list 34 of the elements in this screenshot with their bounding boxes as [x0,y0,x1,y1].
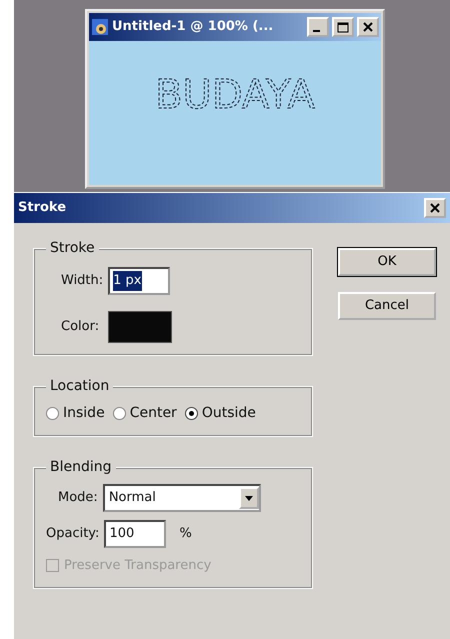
width-field[interactable]: 1 px [108,267,170,295]
group-label: Blending [46,460,116,474]
radio-button[interactable] [46,407,59,420]
mode-dropdown[interactable]: Normal [102,484,261,512]
maximize-icon [337,22,349,32]
minimize-icon [313,30,320,32]
window-title: Untitled-1 @ 100% (... [112,18,274,36]
close-button[interactable] [424,198,446,218]
selection-outline-text: BUDAYA [155,72,315,118]
radio-option[interactable]: Inside [46,403,105,424]
close-button[interactable] [357,17,379,37]
unit-label: % [179,525,192,544]
checkbox-label: Preserve Transparency [64,557,212,575]
group-label: Stroke [46,241,99,255]
minimize-button[interactable] [307,17,329,37]
group-label: Location [46,379,114,393]
field-label: Width: [61,272,104,290]
field-label: Color: [61,318,100,336]
close-icon [430,203,440,213]
maximize-button[interactable] [332,17,354,37]
dialog-button[interactable]: OK [338,248,436,276]
opacity-field[interactable]: 100 [104,520,166,548]
app-icon [91,18,109,36]
color-swatch[interactable] [108,311,172,343]
radio-button[interactable] [112,407,126,420]
dialog-button[interactable]: Cancel [338,292,436,320]
close-icon [363,22,373,32]
field-label: Opacity: [46,525,100,544]
field-label: Mode: [58,489,98,508]
radio-option[interactable]: Outside [184,403,256,424]
caret-icon [244,496,253,500]
radio-button[interactable] [184,407,198,420]
dialog-title: Stroke [18,199,66,218]
radio-option[interactable]: Center [112,403,177,424]
